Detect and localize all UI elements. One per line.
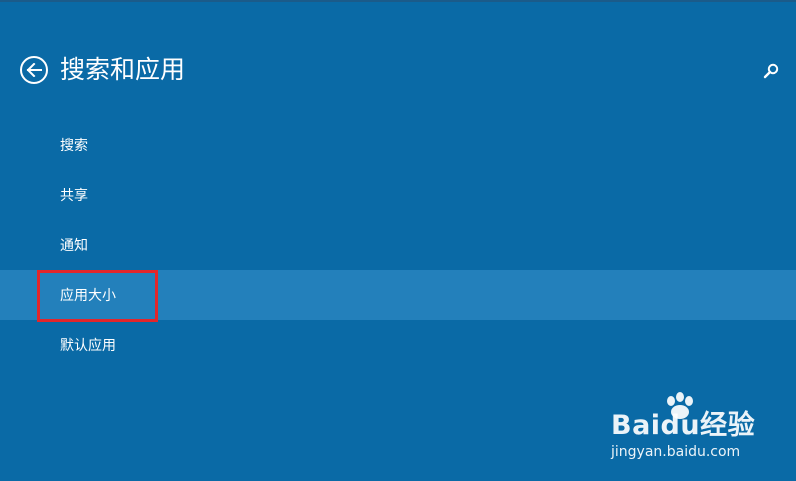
search-icon <box>763 63 779 79</box>
window-top-border <box>0 0 796 2</box>
menu-item-label: 通知 <box>60 238 88 254</box>
back-arrow-icon <box>26 63 42 77</box>
menu-item-search[interactable]: 搜索 <box>0 120 796 170</box>
menu-item-notifications[interactable]: 通知 <box>0 220 796 270</box>
menu-item-label: 共享 <box>60 188 88 204</box>
settings-menu: 搜索 共享 通知 应用大小 默认应用 <box>0 120 796 370</box>
menu-item-label: 应用大小 <box>60 288 116 304</box>
menu-item-label: 搜索 <box>60 138 88 154</box>
menu-item-share[interactable]: 共享 <box>0 170 796 220</box>
menu-item-app-sizes[interactable]: 应用大小 <box>0 270 796 320</box>
baidu-jingyan-watermark: Baidu经验 jingyan.baidu.com <box>605 388 765 468</box>
back-button[interactable] <box>20 56 48 84</box>
search-button[interactable] <box>760 60 782 82</box>
watermark-url: jingyan.baidu.com <box>611 444 741 460</box>
paw-logo-icon <box>667 392 693 419</box>
watermark-brand: Baidu经验 <box>611 410 756 441</box>
menu-item-label: 默认应用 <box>60 338 116 354</box>
menu-item-default-apps[interactable]: 默认应用 <box>0 320 796 370</box>
page-title: 搜索和应用 <box>60 55 186 84</box>
